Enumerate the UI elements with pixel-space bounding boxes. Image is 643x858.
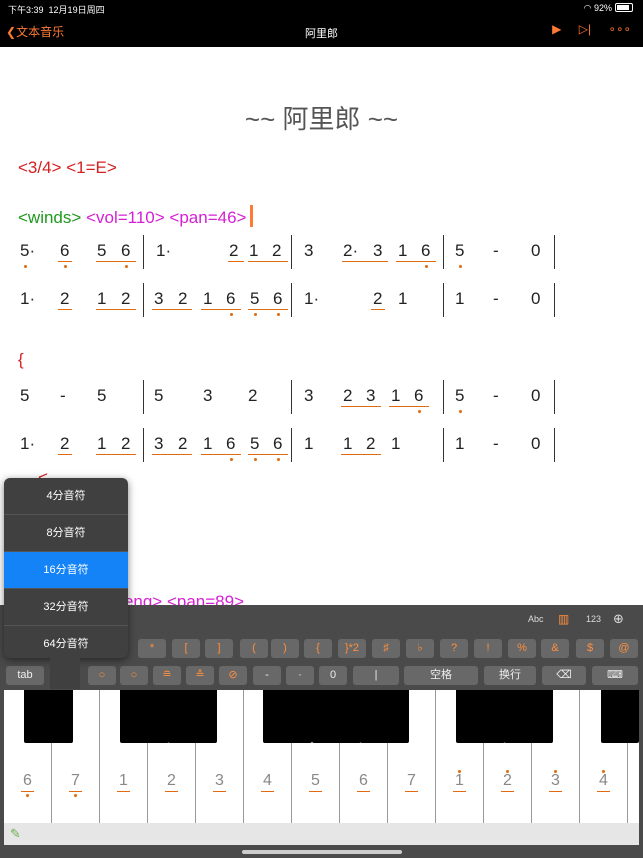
dot-key[interactable]: · (286, 666, 314, 685)
dropdown-item[interactable]: 32分音符 (4, 589, 128, 626)
key-exclaim[interactable]: ! (474, 639, 502, 658)
hide-keyboard-key[interactable]: ⌨ (592, 666, 638, 685)
key-rparen[interactable]: ) (271, 639, 299, 658)
dash-key[interactable]: - (253, 666, 281, 685)
key-lparen[interactable]: ( (240, 639, 268, 658)
dropdown-tail (50, 655, 80, 689)
status-right: ◠ 92% (584, 3, 633, 14)
piano-icon[interactable]: ▥ (558, 612, 569, 626)
battery-text: 92% (593, 3, 612, 13)
backspace-icon: ⌫ (556, 669, 572, 681)
note-strike-key[interactable]: ⊘ (219, 666, 247, 685)
piano-black-key[interactable] (601, 690, 639, 743)
note-length-dropdown: 4分音符 8分音符 16分音符 32分音符 64分音符 (4, 478, 128, 658)
piano-black-key[interactable] (168, 690, 217, 743)
globe-icon[interactable]: ⊕ (613, 611, 624, 627)
space-key[interactable]: 空格 (404, 666, 478, 685)
abc-mode-button[interactable]: Abc (528, 614, 544, 624)
number-mode-button[interactable]: 123 (586, 614, 601, 624)
piano-black-key[interactable] (263, 690, 312, 743)
nav-bar: ❮文本音乐 阿里郎 ▶ ▷| ∘∘∘ (0, 16, 643, 47)
key-amp[interactable]: & (541, 639, 569, 658)
key-rbracket[interactable]: ] (205, 639, 233, 658)
key-star[interactable]: * (138, 639, 166, 658)
dropdown-item[interactable]: 8分音符 (4, 515, 128, 552)
staff-row-4: 1· 2 12 32 16 56 1 12 1 1 - 0 (0, 428, 643, 468)
piano-black-key[interactable] (312, 690, 361, 743)
piano-bottom-strip (4, 823, 639, 845)
piano-black-key[interactable] (456, 690, 505, 743)
piano-black-key[interactable] (360, 690, 409, 743)
piano-black-key[interactable] (504, 690, 553, 743)
dropdown-item[interactable]: 64分音符 (4, 626, 128, 658)
piano-keyboard: 6 7 1 2 3 4 5 6 7 1 2 3 4 (4, 690, 639, 825)
dropdown-item-selected[interactable]: 16分音符 (4, 552, 128, 589)
brace-open: { (18, 350, 24, 369)
keyboard-hide-icon: ⌨ (607, 669, 623, 681)
piano-black-key[interactable] (120, 690, 169, 743)
track-name: <winds> (18, 208, 82, 227)
track-params: <vol=110> <pan=46> (86, 208, 247, 227)
bar-key[interactable]: | (353, 666, 399, 685)
zero-key[interactable]: 0 (319, 666, 347, 685)
wifi-icon: ◠ (583, 3, 592, 13)
tab-key[interactable]: tab (6, 666, 44, 685)
key-at[interactable]: @ (610, 639, 638, 658)
play-icon[interactable]: ▶ (552, 22, 561, 36)
step-play-icon[interactable]: ▷| (579, 22, 591, 36)
text-cursor (250, 205, 254, 227)
staff-row-3: 5 - 5 5 3 2 3 23 16 5 - 0 (0, 380, 643, 420)
track-line: <winds> <vol=110> <pan=46> (18, 205, 254, 228)
battery-icon (615, 3, 633, 12)
staff-row-2: 1· 2 12 32 16 56 1· 2 1 1 - 0 (0, 283, 643, 323)
status-time: 下午3:39 12月19日周四 (8, 5, 105, 15)
home-indicator (242, 850, 402, 854)
more-icon[interactable]: ∘∘∘ (608, 22, 631, 36)
note-underline-key[interactable]: ≘ (153, 666, 181, 685)
key-flat[interactable]: ♭ (406, 639, 434, 658)
note-double-key[interactable]: ≙ (186, 666, 214, 685)
dropdown-item[interactable]: 4分音符 (4, 478, 128, 515)
song-title: ~~ 阿里郎 ~~ (244, 104, 399, 134)
pencil-icon[interactable]: ✎ (10, 826, 21, 842)
piano-black-key[interactable] (24, 690, 73, 743)
status-bar: 下午3:39 12月19日周四 ◠ 92% (0, 0, 643, 16)
delete-key[interactable]: ⌫ (542, 666, 586, 685)
key-lbrace[interactable]: { (304, 639, 332, 658)
key-repeat[interactable]: }*2 (338, 639, 366, 658)
key-sharp[interactable]: ♯ (372, 639, 400, 658)
enter-key[interactable]: 换行 (484, 666, 536, 685)
meta-line: <3/4> <1=E> (18, 158, 117, 177)
note-low-key[interactable]: ○ (120, 666, 148, 685)
key-question[interactable]: ? (440, 639, 468, 658)
note-octave-key[interactable]: ○ (88, 666, 116, 685)
staff-row-1: 5· 6 56 1· 212 3 2· 3 16 5 - 0 (0, 235, 643, 275)
key-percent[interactable]: % (508, 639, 536, 658)
key-dollar[interactable]: $ (576, 639, 604, 658)
key-lbracket[interactable]: [ (172, 639, 200, 658)
